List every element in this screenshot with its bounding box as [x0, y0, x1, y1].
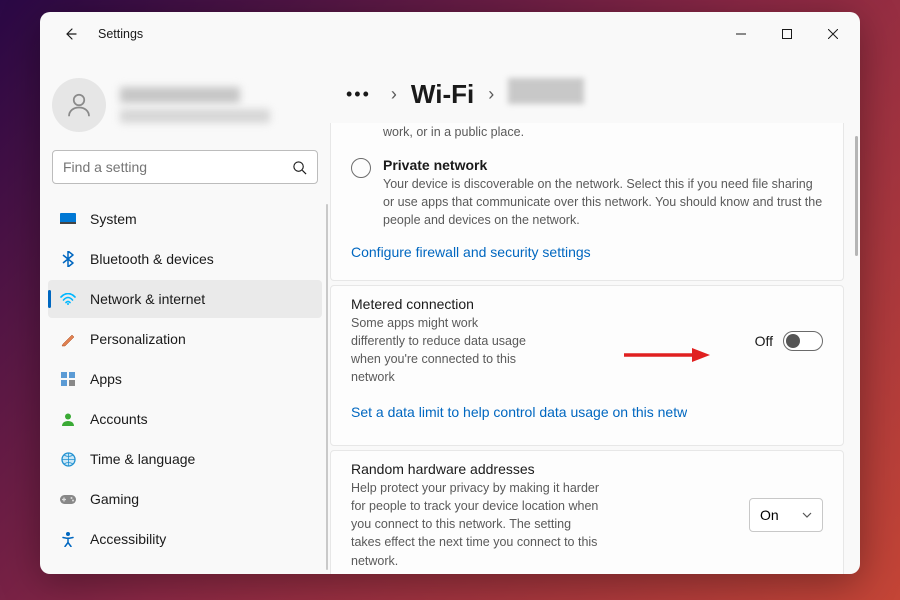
content-pane: ••• › Wi‑Fi › work, or in a public place…	[330, 56, 860, 574]
nav-item-apps[interactable]: Apps	[48, 360, 322, 398]
metered-toggle[interactable]	[783, 331, 823, 351]
nav-label: Accounts	[90, 411, 148, 427]
minimize-icon	[736, 29, 746, 39]
search-box[interactable]	[52, 150, 318, 184]
titlebar: Settings	[40, 12, 860, 56]
accounts-icon	[60, 411, 76, 427]
breadcrumb: ••• › Wi‑Fi ›	[330, 56, 860, 123]
sidebar: System Bluetooth & devices Network & int…	[40, 56, 330, 574]
private-network-desc: Your device is discoverable on the netwo…	[383, 175, 823, 229]
nav-item-personalization[interactable]: Personalization	[48, 320, 322, 358]
gaming-icon	[60, 491, 76, 507]
close-button[interactable]	[810, 16, 856, 52]
nav-label: Accessibility	[90, 531, 166, 547]
random-hw-dropdown[interactable]: On	[749, 498, 823, 532]
apps-icon	[60, 371, 76, 387]
search-input[interactable]	[63, 159, 292, 175]
configure-firewall-link[interactable]: Configure firewall and security settings	[351, 238, 591, 266]
nav-item-accounts[interactable]: Accounts	[48, 400, 322, 438]
network-name-redacted	[508, 78, 584, 104]
search-icon	[292, 160, 307, 175]
nav-label: System	[90, 211, 137, 227]
random-hw-desc: Help protect your privacy by making it h…	[351, 479, 601, 570]
breadcrumb-network-name	[508, 78, 584, 111]
minimize-button[interactable]	[718, 16, 764, 52]
radio-private[interactable]	[351, 158, 371, 178]
public-network-desc-tail: work, or in a public place.	[383, 123, 823, 141]
nav-item-system[interactable]: System	[48, 200, 322, 238]
breadcrumb-more-button[interactable]: •••	[340, 80, 377, 109]
time-language-icon	[60, 451, 76, 467]
nav-label: Personalization	[90, 331, 186, 347]
back-button[interactable]	[54, 18, 86, 50]
app-title: Settings	[98, 27, 143, 41]
arrow-left-icon	[62, 26, 78, 42]
metered-toggle-label: Off	[755, 333, 773, 349]
nav-item-bluetooth[interactable]: Bluetooth & devices	[48, 240, 322, 278]
nav-label: Gaming	[90, 491, 139, 507]
network-profile-card: work, or in a public place. Private netw…	[330, 123, 844, 281]
chevron-down-icon	[802, 512, 812, 518]
profile-email-redacted	[120, 109, 270, 123]
nav-label: Time & language	[90, 451, 195, 467]
nav-item-network[interactable]: Network & internet	[48, 280, 322, 318]
network-icon	[60, 291, 76, 307]
close-icon	[828, 29, 838, 39]
scroll-area[interactable]: work, or in a public place. Private netw…	[330, 123, 860, 574]
settings-window: Settings	[40, 12, 860, 574]
metered-title: Metered connection	[351, 296, 531, 312]
data-limit-link[interactable]: Set a data limit to help control data us…	[351, 398, 687, 426]
random-hw-card: Random hardware addresses Help protect y…	[330, 450, 844, 574]
maximize-button[interactable]	[764, 16, 810, 52]
chevron-right-icon: ›	[488, 84, 494, 105]
personalization-icon	[60, 331, 76, 347]
nav-label: Network & internet	[90, 291, 205, 307]
dropdown-value: On	[760, 507, 779, 523]
window-controls	[718, 16, 856, 52]
nav-item-accessibility[interactable]: Accessibility	[48, 520, 322, 558]
bluetooth-icon	[60, 251, 76, 267]
maximize-icon	[782, 29, 792, 39]
nav-label: Apps	[90, 371, 122, 387]
private-network-title: Private network	[383, 157, 823, 173]
accessibility-icon	[60, 531, 76, 547]
metered-connection-card: Metered connection Some apps might work …	[330, 285, 844, 447]
system-icon	[60, 211, 76, 227]
random-hw-title: Random hardware addresses	[351, 461, 601, 477]
nav-list: System Bluetooth & devices Network & int…	[40, 200, 330, 574]
profile-section[interactable]	[40, 78, 330, 150]
profile-text	[120, 87, 270, 123]
nav-item-gaming[interactable]: Gaming	[48, 480, 322, 518]
chevron-right-icon: ›	[391, 84, 397, 105]
breadcrumb-wifi[interactable]: Wi‑Fi	[411, 79, 474, 110]
metered-desc: Some apps might work differently to redu…	[351, 314, 531, 387]
content-scrollbar[interactable]	[855, 136, 858, 256]
nav-label: Bluetooth & devices	[90, 251, 214, 267]
avatar	[52, 78, 106, 132]
nav-item-time-language[interactable]: Time & language	[48, 440, 322, 478]
profile-name-redacted	[120, 87, 240, 103]
person-icon	[64, 90, 94, 120]
private-network-option[interactable]: Private network Your device is discovera…	[351, 149, 823, 237]
